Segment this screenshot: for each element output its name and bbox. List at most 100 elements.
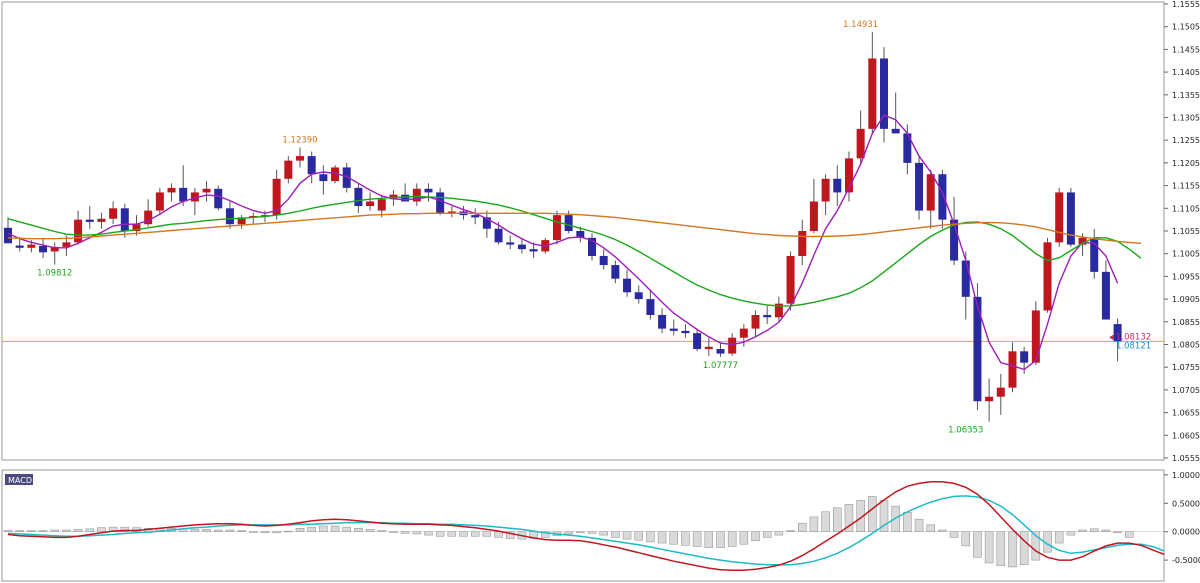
macd-histogram-bar [809, 516, 819, 532]
candle-body [39, 245, 48, 253]
candle-body [1043, 242, 1052, 311]
candle [1031, 301, 1040, 365]
price-axis-tick-label: 1.10550 [1172, 227, 1200, 236]
candle-body [296, 156, 304, 161]
macd-histogram-bar [412, 531, 422, 535]
macd-histogram-bar [622, 531, 632, 540]
forex-chart: 1.09812 1.12390 1.07777 1.14931 1.06353 1.081… [1, 0, 1200, 582]
price-axis-tick-label: 1.11550 [1172, 182, 1200, 191]
candle-body [1020, 351, 1029, 363]
candle-body [85, 219, 94, 222]
macd-histogram-bar [949, 531, 959, 538]
candle-body [1101, 271, 1110, 320]
macd-histogram-bar [739, 531, 749, 545]
macd-histogram-bar [634, 531, 643, 541]
price-axis-tick-label: 1.09050 [1172, 295, 1200, 304]
macd-histogram-bar [38, 530, 48, 532]
macd-histogram-bar [576, 531, 585, 534]
candle-body [985, 396, 994, 402]
macd-histogram-bar [237, 530, 246, 532]
macd-panel-frame [1, 469, 1165, 582]
macd-histogram-bar [774, 531, 784, 536]
candle-body [436, 192, 445, 213]
macd-histogram-bar [973, 531, 982, 558]
macd-histogram-bar [704, 531, 714, 548]
candle-body [179, 187, 188, 202]
candle-body [517, 244, 526, 250]
extreme-price-label: 1.06353 [948, 426, 983, 436]
candle-body [938, 174, 947, 220]
candle-body [716, 349, 725, 354]
candle-body [809, 201, 818, 231]
candle-body [926, 174, 935, 211]
macd-histogram-bar [307, 526, 316, 532]
candle-body [471, 215, 480, 218]
candle-body [728, 337, 737, 354]
candle-body [155, 192, 164, 211]
candle-body [996, 387, 1005, 397]
macd-histogram-bar [15, 530, 24, 532]
candle-body [109, 208, 118, 219]
price-axis-tick-label: 1.09550 [1172, 272, 1200, 281]
macd-histogram-bar [984, 531, 994, 564]
macd-histogram-bar [319, 525, 328, 532]
candle [973, 283, 982, 411]
candle-body [120, 208, 129, 231]
macd-histogram-bar [482, 531, 492, 537]
macd-histogram-bar [903, 512, 912, 532]
macd-histogram-bar [27, 530, 36, 532]
candle-body [786, 255, 795, 304]
candle-body [27, 244, 36, 248]
macd-axis-tick-label: -0.5000 [1172, 556, 1200, 565]
candle-body [693, 333, 702, 350]
candle-body [634, 292, 643, 300]
candle-body [225, 208, 234, 225]
macd-histogram-bar [716, 531, 725, 548]
candle-body [529, 249, 538, 252]
candle-body [856, 128, 865, 159]
candle-body [868, 58, 877, 129]
macd-histogram-bar [459, 531, 468, 537]
price-axis-tick-label: 1.06550 [1172, 409, 1200, 418]
candle-body [658, 314, 667, 329]
candle-body [15, 245, 24, 248]
candle [915, 156, 924, 220]
macd-histogram-bar [914, 518, 924, 532]
macd-histogram-bar [225, 529, 235, 532]
macd-histogram-bar [260, 531, 270, 534]
macd-histogram-bar [295, 528, 305, 532]
macd-histogram-bar [762, 531, 772, 538]
macd-histogram-bar [190, 529, 200, 532]
candle-body [97, 218, 106, 222]
macd-histogram-bar [272, 531, 281, 534]
macd-axis-tick-label: 0.0000 [1172, 528, 1200, 537]
macd-histogram-bar [1101, 529, 1111, 532]
candle-body [821, 178, 830, 202]
candle-body [202, 188, 211, 193]
macd-histogram-bar [494, 531, 503, 538]
price-axis-tick-label: 1.12050 [1172, 159, 1200, 168]
candle-body [599, 255, 608, 266]
macd-histogram-bar [50, 529, 59, 532]
macd-histogram-bar [833, 507, 842, 532]
macd-histogram-bar [821, 511, 830, 532]
macd-histogram-bar [249, 531, 258, 533]
price-axis-tick-label: 1.06050 [1172, 431, 1200, 440]
macd-histogram-bar [868, 496, 877, 532]
extreme-price-label: 1.09812 [37, 269, 72, 279]
candle-body [366, 201, 375, 207]
price-axis-tick-label: 1.12550 [1172, 136, 1200, 145]
candle-body [167, 187, 176, 193]
candle-body [915, 162, 924, 211]
macd-histogram-bar [354, 528, 363, 532]
candle-body [681, 330, 690, 334]
price-axis-tick-label: 1.15550 [1172, 0, 1200, 9]
macd-histogram-bar [424, 531, 433, 536]
macd-histogram-bar [1008, 531, 1017, 568]
macd-histogram-bar [751, 531, 760, 542]
macd-histogram-bar [961, 531, 971, 547]
price-axis-tick-label: 1.08050 [1172, 341, 1200, 350]
price-axis: 1.15550 1.15050 1.14550 1.14050 1.13550 1.130… [1164, 0, 1200, 565]
macd-histogram-bar [389, 531, 398, 533]
candle-body [961, 260, 970, 297]
